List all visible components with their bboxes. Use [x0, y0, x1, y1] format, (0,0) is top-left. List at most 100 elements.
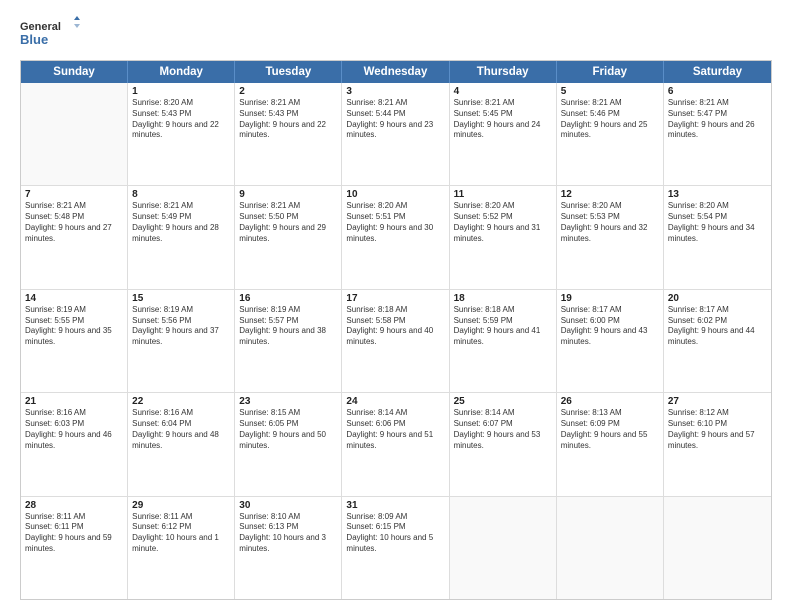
calendar-cell	[557, 497, 664, 599]
calendar-cell: 11Sunrise: 8:20 AMSunset: 5:52 PMDayligh…	[450, 186, 557, 288]
cell-details: Sunrise: 8:16 AMSunset: 6:03 PMDaylight:…	[25, 408, 123, 451]
calendar-cell: 25Sunrise: 8:14 AMSunset: 6:07 PMDayligh…	[450, 393, 557, 495]
cell-details: Sunrise: 8:21 AMSunset: 5:43 PMDaylight:…	[239, 98, 337, 141]
calendar-week-2: 7Sunrise: 8:21 AMSunset: 5:48 PMDaylight…	[21, 186, 771, 289]
day-number: 13	[668, 189, 767, 200]
calendar-cell: 28Sunrise: 8:11 AMSunset: 6:11 PMDayligh…	[21, 497, 128, 599]
day-number: 31	[346, 500, 444, 511]
header-day-wednesday: Wednesday	[342, 61, 449, 83]
cell-details: Sunrise: 8:09 AMSunset: 6:15 PMDaylight:…	[346, 512, 444, 555]
calendar-cell: 1Sunrise: 8:20 AMSunset: 5:43 PMDaylight…	[128, 83, 235, 185]
cell-details: Sunrise: 8:19 AMSunset: 5:55 PMDaylight:…	[25, 305, 123, 348]
cell-details: Sunrise: 8:20 AMSunset: 5:43 PMDaylight:…	[132, 98, 230, 141]
svg-text:Blue: Blue	[20, 32, 48, 47]
calendar-cell: 16Sunrise: 8:19 AMSunset: 5:57 PMDayligh…	[235, 290, 342, 392]
cell-details: Sunrise: 8:15 AMSunset: 6:05 PMDaylight:…	[239, 408, 337, 451]
day-number: 22	[132, 396, 230, 407]
calendar-cell: 12Sunrise: 8:20 AMSunset: 5:53 PMDayligh…	[557, 186, 664, 288]
day-number: 4	[454, 86, 552, 97]
cell-details: Sunrise: 8:14 AMSunset: 6:06 PMDaylight:…	[346, 408, 444, 451]
calendar-cell: 2Sunrise: 8:21 AMSunset: 5:43 PMDaylight…	[235, 83, 342, 185]
day-number: 5	[561, 86, 659, 97]
cell-details: Sunrise: 8:11 AMSunset: 6:12 PMDaylight:…	[132, 512, 230, 555]
cell-details: Sunrise: 8:20 AMSunset: 5:52 PMDaylight:…	[454, 201, 552, 244]
header: General Blue	[20, 16, 772, 52]
header-day-monday: Monday	[128, 61, 235, 83]
calendar-cell	[450, 497, 557, 599]
calendar-cell: 24Sunrise: 8:14 AMSunset: 6:06 PMDayligh…	[342, 393, 449, 495]
calendar-cell: 14Sunrise: 8:19 AMSunset: 5:55 PMDayligh…	[21, 290, 128, 392]
logo: General Blue	[20, 16, 80, 52]
cell-details: Sunrise: 8:21 AMSunset: 5:45 PMDaylight:…	[454, 98, 552, 141]
header-day-tuesday: Tuesday	[235, 61, 342, 83]
calendar-cell: 19Sunrise: 8:17 AMSunset: 6:00 PMDayligh…	[557, 290, 664, 392]
day-number: 20	[668, 293, 767, 304]
day-number: 2	[239, 86, 337, 97]
calendar: SundayMondayTuesdayWednesdayThursdayFrid…	[20, 60, 772, 600]
day-number: 18	[454, 293, 552, 304]
calendar-cell: 31Sunrise: 8:09 AMSunset: 6:15 PMDayligh…	[342, 497, 449, 599]
day-number: 28	[25, 500, 123, 511]
calendar-cell	[21, 83, 128, 185]
day-number: 27	[668, 396, 767, 407]
day-number: 14	[25, 293, 123, 304]
calendar-cell: 7Sunrise: 8:21 AMSunset: 5:48 PMDaylight…	[21, 186, 128, 288]
cell-details: Sunrise: 8:21 AMSunset: 5:47 PMDaylight:…	[668, 98, 767, 141]
cell-details: Sunrise: 8:14 AMSunset: 6:07 PMDaylight:…	[454, 408, 552, 451]
cell-details: Sunrise: 8:18 AMSunset: 5:58 PMDaylight:…	[346, 305, 444, 348]
day-number: 3	[346, 86, 444, 97]
day-number: 26	[561, 396, 659, 407]
calendar-cell: 17Sunrise: 8:18 AMSunset: 5:58 PMDayligh…	[342, 290, 449, 392]
calendar-cell: 23Sunrise: 8:15 AMSunset: 6:05 PMDayligh…	[235, 393, 342, 495]
cell-details: Sunrise: 8:20 AMSunset: 5:54 PMDaylight:…	[668, 201, 767, 244]
cell-details: Sunrise: 8:17 AMSunset: 6:02 PMDaylight:…	[668, 305, 767, 348]
day-number: 17	[346, 293, 444, 304]
cell-details: Sunrise: 8:21 AMSunset: 5:44 PMDaylight:…	[346, 98, 444, 141]
calendar-header: SundayMondayTuesdayWednesdayThursdayFrid…	[21, 61, 771, 83]
day-number: 23	[239, 396, 337, 407]
day-number: 12	[561, 189, 659, 200]
calendar-cell: 27Sunrise: 8:12 AMSunset: 6:10 PMDayligh…	[664, 393, 771, 495]
cell-details: Sunrise: 8:21 AMSunset: 5:48 PMDaylight:…	[25, 201, 123, 244]
cell-details: Sunrise: 8:13 AMSunset: 6:09 PMDaylight:…	[561, 408, 659, 451]
day-number: 15	[132, 293, 230, 304]
cell-details: Sunrise: 8:20 AMSunset: 5:53 PMDaylight:…	[561, 201, 659, 244]
header-day-friday: Friday	[557, 61, 664, 83]
calendar-cell: 29Sunrise: 8:11 AMSunset: 6:12 PMDayligh…	[128, 497, 235, 599]
day-number: 1	[132, 86, 230, 97]
cell-details: Sunrise: 8:16 AMSunset: 6:04 PMDaylight:…	[132, 408, 230, 451]
day-number: 21	[25, 396, 123, 407]
calendar-cell: 3Sunrise: 8:21 AMSunset: 5:44 PMDaylight…	[342, 83, 449, 185]
calendar-cell: 26Sunrise: 8:13 AMSunset: 6:09 PMDayligh…	[557, 393, 664, 495]
cell-details: Sunrise: 8:20 AMSunset: 5:51 PMDaylight:…	[346, 201, 444, 244]
logo-svg: General Blue	[20, 16, 80, 52]
calendar-cell: 18Sunrise: 8:18 AMSunset: 5:59 PMDayligh…	[450, 290, 557, 392]
calendar-week-5: 28Sunrise: 8:11 AMSunset: 6:11 PMDayligh…	[21, 497, 771, 599]
cell-details: Sunrise: 8:18 AMSunset: 5:59 PMDaylight:…	[454, 305, 552, 348]
calendar-cell: 13Sunrise: 8:20 AMSunset: 5:54 PMDayligh…	[664, 186, 771, 288]
calendar-cell: 20Sunrise: 8:17 AMSunset: 6:02 PMDayligh…	[664, 290, 771, 392]
cell-details: Sunrise: 8:12 AMSunset: 6:10 PMDaylight:…	[668, 408, 767, 451]
cell-details: Sunrise: 8:21 AMSunset: 5:46 PMDaylight:…	[561, 98, 659, 141]
day-number: 7	[25, 189, 123, 200]
cell-details: Sunrise: 8:19 AMSunset: 5:57 PMDaylight:…	[239, 305, 337, 348]
calendar-cell: 21Sunrise: 8:16 AMSunset: 6:03 PMDayligh…	[21, 393, 128, 495]
calendar-cell: 30Sunrise: 8:10 AMSunset: 6:13 PMDayligh…	[235, 497, 342, 599]
calendar-cell: 8Sunrise: 8:21 AMSunset: 5:49 PMDaylight…	[128, 186, 235, 288]
calendar-cell: 6Sunrise: 8:21 AMSunset: 5:47 PMDaylight…	[664, 83, 771, 185]
cell-details: Sunrise: 8:21 AMSunset: 5:50 PMDaylight:…	[239, 201, 337, 244]
day-number: 30	[239, 500, 337, 511]
header-day-saturday: Saturday	[664, 61, 771, 83]
calendar-cell: 5Sunrise: 8:21 AMSunset: 5:46 PMDaylight…	[557, 83, 664, 185]
day-number: 10	[346, 189, 444, 200]
day-number: 11	[454, 189, 552, 200]
calendar-week-3: 14Sunrise: 8:19 AMSunset: 5:55 PMDayligh…	[21, 290, 771, 393]
calendar-week-1: 1Sunrise: 8:20 AMSunset: 5:43 PMDaylight…	[21, 83, 771, 186]
calendar-cell: 22Sunrise: 8:16 AMSunset: 6:04 PMDayligh…	[128, 393, 235, 495]
calendar-cell: 4Sunrise: 8:21 AMSunset: 5:45 PMDaylight…	[450, 83, 557, 185]
calendar-body: 1Sunrise: 8:20 AMSunset: 5:43 PMDaylight…	[21, 83, 771, 599]
calendar-cell: 15Sunrise: 8:19 AMSunset: 5:56 PMDayligh…	[128, 290, 235, 392]
day-number: 25	[454, 396, 552, 407]
header-day-thursday: Thursday	[450, 61, 557, 83]
cell-details: Sunrise: 8:11 AMSunset: 6:11 PMDaylight:…	[25, 512, 123, 555]
